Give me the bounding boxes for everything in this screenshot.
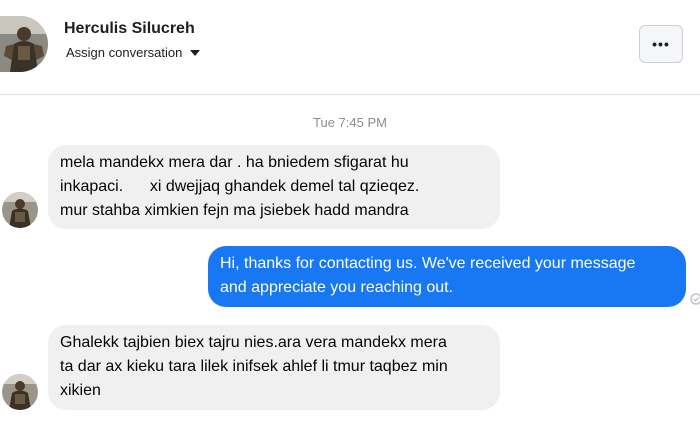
assign-conversation-dropdown[interactable]: Assign conversation xyxy=(66,45,201,60)
outgoing-message-bubble: Hi, thanks for contacting us. We've rece… xyxy=(208,246,686,307)
message-sent-icon xyxy=(690,292,700,305)
contact-avatar[interactable] xyxy=(0,16,48,72)
sender-avatar xyxy=(2,374,38,410)
incoming-message-bubble: Ghalekk tajbien biex tajru nies.ara vera… xyxy=(48,325,500,410)
incoming-message-bubble: mela mandekx mera dar . ha bniedem sfiga… xyxy=(48,145,500,229)
thread-timestamp: Tue 7:45 PM xyxy=(313,115,387,130)
conversation-header: Herculis Silucreh Assign conversation ••… xyxy=(0,0,700,95)
assign-conversation-label: Assign conversation xyxy=(66,45,183,60)
more-dots-icon: ••• xyxy=(652,36,670,52)
caret-down-icon xyxy=(190,49,201,56)
contact-name[interactable]: Herculis Silucreh xyxy=(64,20,195,38)
more-options-button[interactable]: ••• xyxy=(639,25,683,63)
sender-avatar xyxy=(2,192,38,228)
